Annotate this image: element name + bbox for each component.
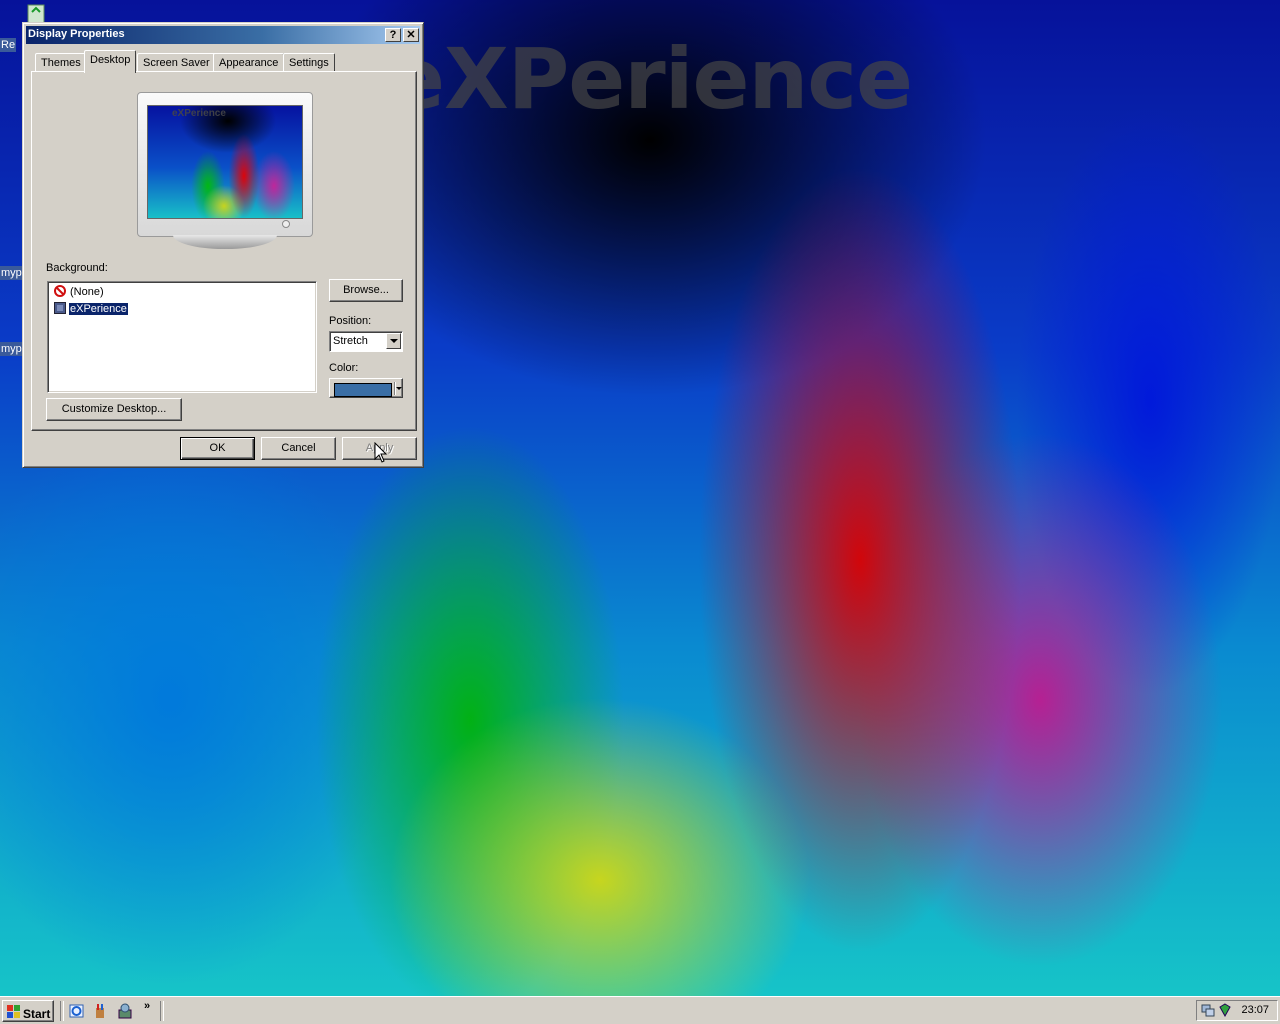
wallpaper-text: eXPerience [388, 30, 913, 128]
color-label: Color: [329, 362, 359, 374]
dropdown-button[interactable] [386, 333, 401, 349]
network-icon[interactable] [1201, 1003, 1215, 1017]
tab-themes[interactable]: Themes [35, 53, 87, 72]
browse-button[interactable]: Browse... [329, 279, 403, 302]
chevron-down-icon [396, 387, 402, 390]
customize-desktop-button[interactable]: Customize Desktop... [46, 398, 182, 421]
desktop-icon-label[interactable]: myp [0, 266, 23, 280]
cancel-button[interactable]: Cancel [261, 437, 336, 460]
paint-icon[interactable] [92, 1002, 110, 1020]
divider [160, 1001, 164, 1021]
recycle-bin-icon[interactable] [22, 2, 50, 24]
desktop-icon-label[interactable]: myp [0, 342, 23, 356]
title-bar[interactable]: Display Properties ? ✕ [26, 26, 420, 44]
background-listbox[interactable]: (None) eXPerience [47, 281, 317, 393]
tool-icon[interactable] [116, 1002, 134, 1020]
mouse-pointer-icon [374, 442, 388, 463]
list-item-label: eXPerience [68, 302, 129, 316]
list-item[interactable]: eXPerience [54, 302, 129, 316]
background-label: Background: [46, 262, 108, 274]
dialog-title: Display Properties [28, 28, 125, 40]
position-select[interactable]: Stretch [329, 331, 403, 352]
none-icon [54, 285, 66, 297]
chevron-down-icon [390, 339, 398, 343]
list-item[interactable]: (None) [54, 285, 105, 299]
ie-icon[interactable] [68, 1002, 86, 1020]
start-label: Start [23, 1007, 51, 1021]
monitor-preview: eXPerience [137, 92, 313, 237]
preview-screen: eXPerience [147, 105, 303, 219]
tab-appearance[interactable]: Appearance [213, 53, 285, 72]
position-label: Position: [329, 315, 372, 327]
desktop-icon-label[interactable]: Re [0, 38, 17, 52]
taskbar: Start » 23:07 [0, 996, 1280, 1024]
tab-settings[interactable]: Settings [283, 53, 335, 72]
windows-logo-icon [7, 1005, 20, 1018]
help-button[interactable]: ? [385, 28, 401, 42]
close-icon: ✕ [406, 29, 416, 41]
position-value: Stretch [333, 335, 368, 347]
clock[interactable]: 23:07 [1241, 1004, 1269, 1016]
quick-launch-chevron[interactable]: » [144, 1000, 150, 1012]
preview-wallpaper-text: eXPerience [172, 108, 226, 119]
close-button[interactable]: ✕ [403, 28, 419, 42]
color-picker-button[interactable] [329, 378, 403, 398]
tab-desktop[interactable]: Desktop [84, 50, 137, 73]
ok-button[interactable]: OK [180, 437, 255, 460]
tab-screen-saver[interactable]: Screen Saver [137, 53, 216, 72]
security-icon[interactable] [1218, 1003, 1232, 1017]
divider [60, 1001, 64, 1021]
display-properties-dialog: Display Properties ? ✕ Themes Desktop Sc… [22, 22, 424, 468]
image-file-icon [54, 302, 66, 314]
system-tray: 23:07 [1196, 1000, 1278, 1021]
color-swatch [334, 383, 392, 397]
list-item-label: (None) [70, 286, 104, 298]
start-button[interactable]: Start [2, 1000, 54, 1022]
monitor-power-icon [282, 220, 290, 228]
